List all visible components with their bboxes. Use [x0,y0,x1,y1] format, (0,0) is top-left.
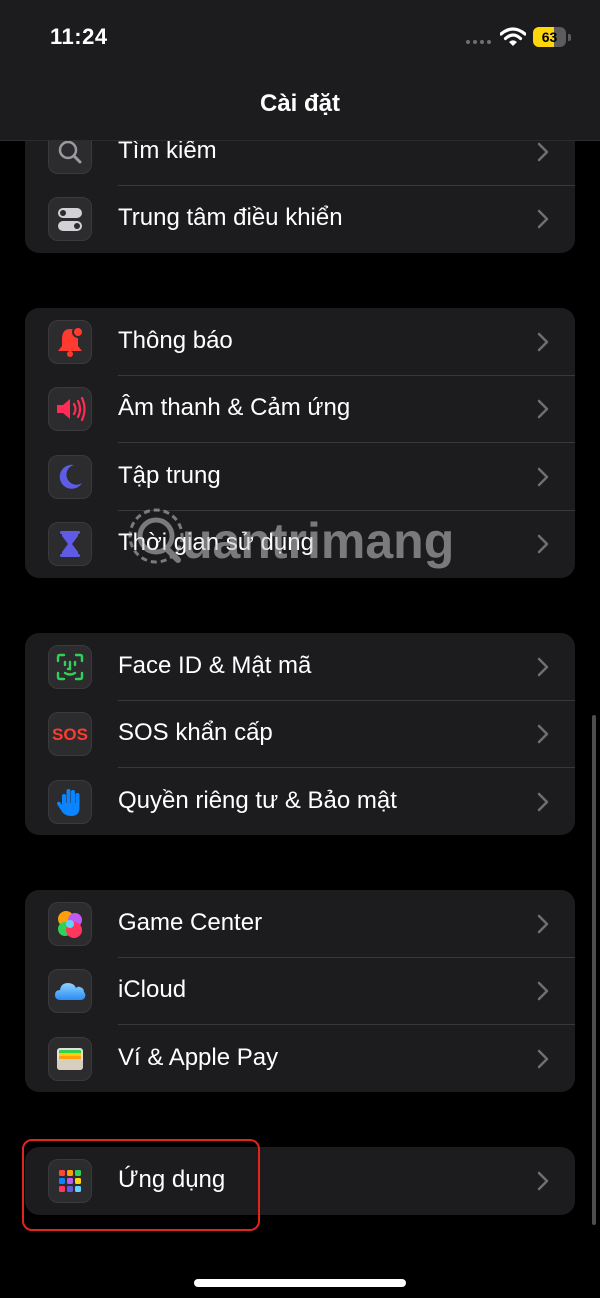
settings-row-screen-time[interactable]: Thời gian sử dụng [25,510,575,578]
speaker-icon [48,387,92,431]
settings-row-label: Thông báo [118,327,233,354]
settings-row-privacy-security[interactable]: Quyền riêng tư & Bảo mật [25,768,575,835]
settings-row-emergency-sos[interactable]: SOS SOS khẩn cấp [25,700,575,768]
settings-group-security: Face ID & Mật mã SOS SOS khẩn cấp Quyền … [25,633,575,835]
chevron-right-icon [537,534,549,554]
settings-row-wallet[interactable]: Ví & Apple Pay [25,1025,575,1092]
settings-row-label: Âm thanh & Cảm ứng [118,394,351,421]
settings-row-label: Tìm kiếm [118,137,217,164]
settings-row-label: Tập trung [118,462,221,489]
chevron-right-icon [537,792,549,812]
page-title: Cài đặt [259,90,340,117]
status-bar: 11:24 63 [0,0,600,80]
battery-percentage: 63 [541,29,558,45]
chevron-right-icon [537,724,549,744]
toggles-icon [48,197,92,241]
wifi-icon [500,27,526,46]
settings-row-label: SOS khẩn cấp [118,719,273,746]
settings-row-notifications[interactable]: Thông báo [25,308,575,376]
settings-row-label: Face ID & Mật mã [118,652,312,679]
settings-row-face-id[interactable]: Face ID & Mật mã [25,633,575,701]
settings-row-label: Game Center [118,909,263,936]
chevron-right-icon [537,332,549,352]
bell-icon [48,320,92,364]
settings-row-label: Trung tâm điều khiển [118,204,343,231]
face-id-icon [48,645,92,689]
sos-icon: SOS [48,712,92,756]
settings-row-label: iCloud [118,976,187,1003]
settings-group-accounts: Game Center iCloud Ví & Apple Pay [25,890,575,1092]
chevron-right-icon [537,1049,549,1069]
scrollbar[interactable] [592,715,596,1225]
status-time: 11:24 [50,24,108,49]
highlight-box [22,1139,260,1231]
settings-row-label: Quyền riêng tư & Bảo mật [118,787,397,814]
game-center-icon [48,902,92,946]
settings-row-focus[interactable]: Tập trung [25,443,575,511]
wallet-icon [48,1037,92,1081]
chevron-right-icon [537,399,549,419]
hourglass-icon [48,522,92,566]
settings-row-label: Ví & Apple Pay [118,1044,279,1071]
settings-row-control-center[interactable]: Trung tâm điều khiển [25,185,575,253]
settings-group-notifications: Thông báo Âm thanh & Cảm ứng Tập trung T… [25,308,575,578]
home-indicator[interactable] [194,1279,406,1287]
sos-icon-text: SOS [52,725,88,744]
settings-row-icloud[interactable]: iCloud [25,957,575,1025]
settings-row-label: Thời gian sử dụng [118,529,314,556]
settings-row-sounds-haptics[interactable]: Âm thanh & Cảm ứng [25,375,575,443]
battery-icon: 63 [533,27,573,47]
chevron-right-icon [537,142,549,162]
chevron-right-icon [537,1171,549,1191]
chevron-right-icon [537,467,549,487]
cloud-icon [48,969,92,1013]
chevron-right-icon [537,914,549,934]
settings-row-game-center[interactable]: Game Center [25,890,575,958]
chevron-right-icon [537,209,549,229]
hand-icon [48,780,92,824]
cellular-signal-icon [466,30,492,46]
chevron-right-icon [537,981,549,1001]
chevron-right-icon [537,657,549,677]
moon-icon [48,455,92,499]
navigation-bar: Cài đặt [0,80,600,141]
